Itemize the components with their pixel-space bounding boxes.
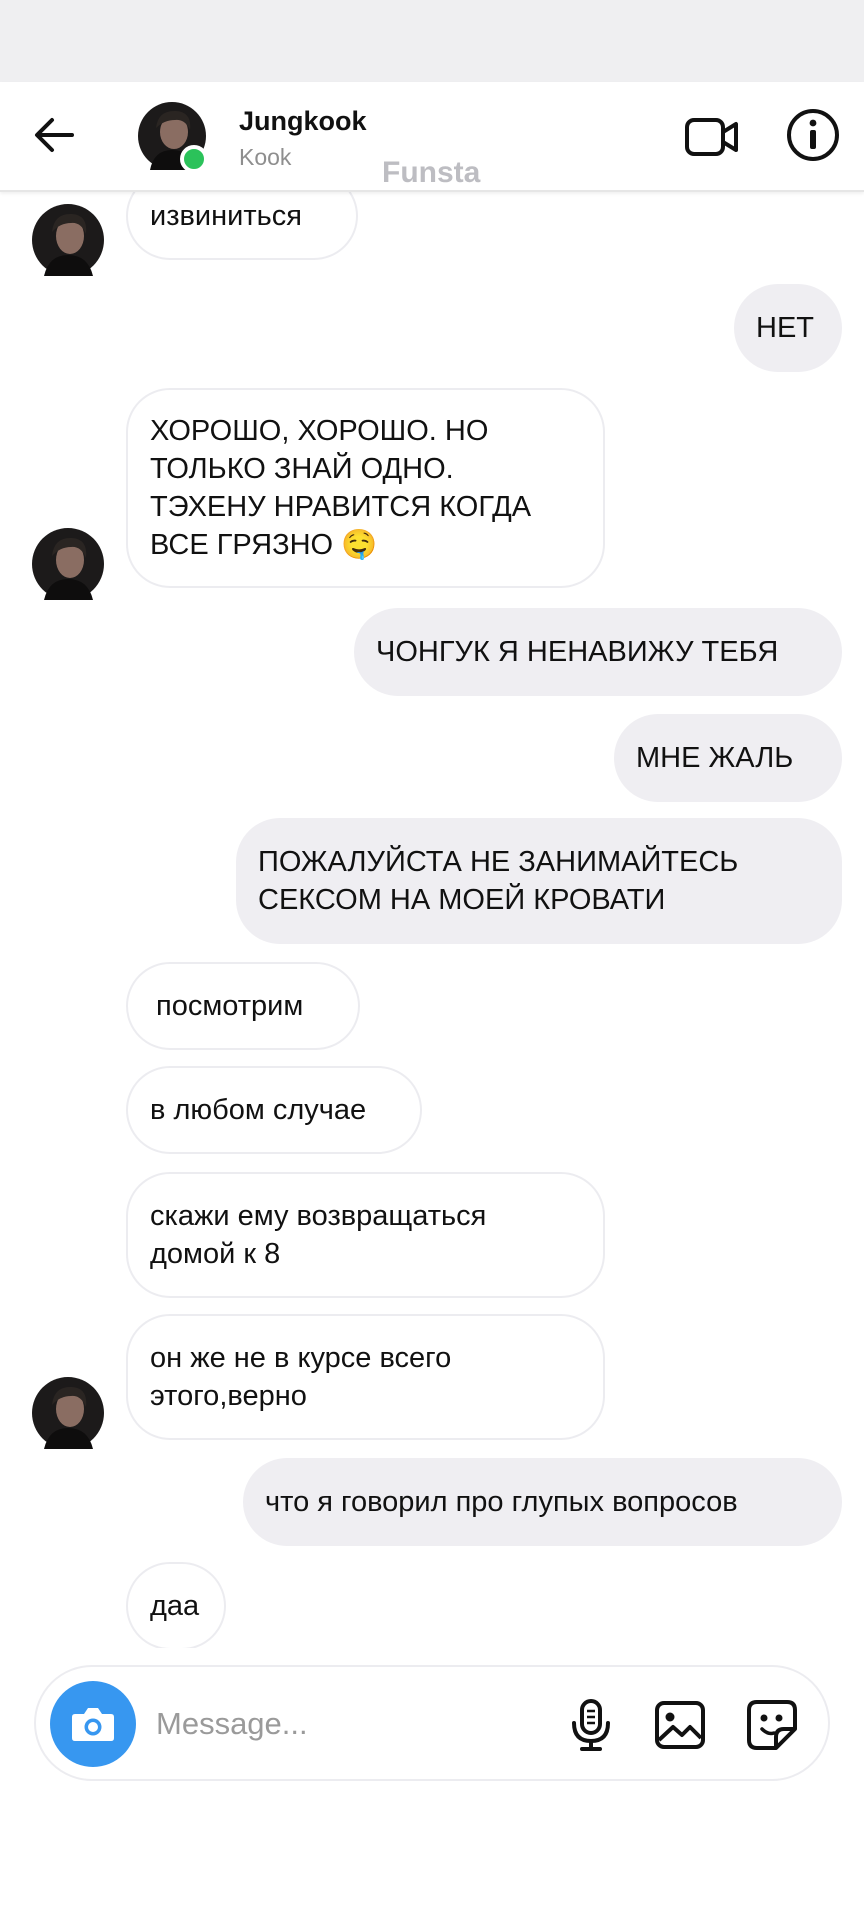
- outgoing-message[interactable]: НЕТ: [734, 284, 842, 372]
- online-status-indicator: [180, 145, 208, 173]
- microphone-icon[interactable]: [564, 1697, 618, 1753]
- status-bar: [0, 0, 864, 82]
- message-thread[interactable]: извиниться НЕТ ХОРОШО, ХОРОШО. НО ТОЛЬКО…: [0, 192, 864, 1648]
- sender-avatar[interactable]: [32, 528, 104, 600]
- back-arrow-icon[interactable]: [30, 110, 80, 160]
- incoming-message[interactable]: скажи ему возвращаться домой к 8: [126, 1172, 605, 1298]
- message-input[interactable]: [156, 1695, 556, 1753]
- incoming-message[interactable]: извиниться: [126, 192, 358, 260]
- outgoing-message[interactable]: МНЕ ЖАЛЬ: [614, 714, 842, 802]
- sender-avatar[interactable]: [32, 204, 104, 276]
- sticker-icon[interactable]: [744, 1697, 800, 1753]
- incoming-message[interactable]: в любом случае: [126, 1066, 422, 1154]
- incoming-message[interactable]: даа: [126, 1562, 226, 1648]
- video-camera-icon[interactable]: [682, 107, 742, 167]
- message-composer: [34, 1665, 830, 1781]
- camera-button[interactable]: [50, 1681, 136, 1767]
- outgoing-message[interactable]: ЧОНГУК Я НЕНАВИЖУ ТЕБЯ: [354, 608, 842, 696]
- info-icon[interactable]: [784, 106, 842, 164]
- incoming-message[interactable]: он же не в курсе всего этого,верно: [126, 1314, 605, 1440]
- image-icon[interactable]: [653, 1697, 707, 1753]
- contact-username: Kook: [239, 144, 292, 170]
- chat-header: Jungkook Kook Funsta: [0, 82, 864, 192]
- incoming-message[interactable]: ХОРОШО, ХОРОШО. НО ТОЛЬКО ЗНАЙ ОДНО. ТЭХ…: [126, 388, 605, 588]
- sender-avatar[interactable]: [32, 1377, 104, 1449]
- contact-name[interactable]: Jungkook: [239, 106, 367, 137]
- outgoing-message[interactable]: что я говорил про глупых вопросов: [243, 1458, 842, 1546]
- camera-icon: [72, 1708, 114, 1741]
- incoming-message[interactable]: посмотрим: [126, 962, 360, 1050]
- outgoing-message[interactable]: ПОЖАЛУЙСТА НЕ ЗАНИМАЙТЕСЬ СЕКСОМ НА МОЕЙ…: [236, 818, 842, 944]
- watermark-text: Funsta: [382, 156, 481, 189]
